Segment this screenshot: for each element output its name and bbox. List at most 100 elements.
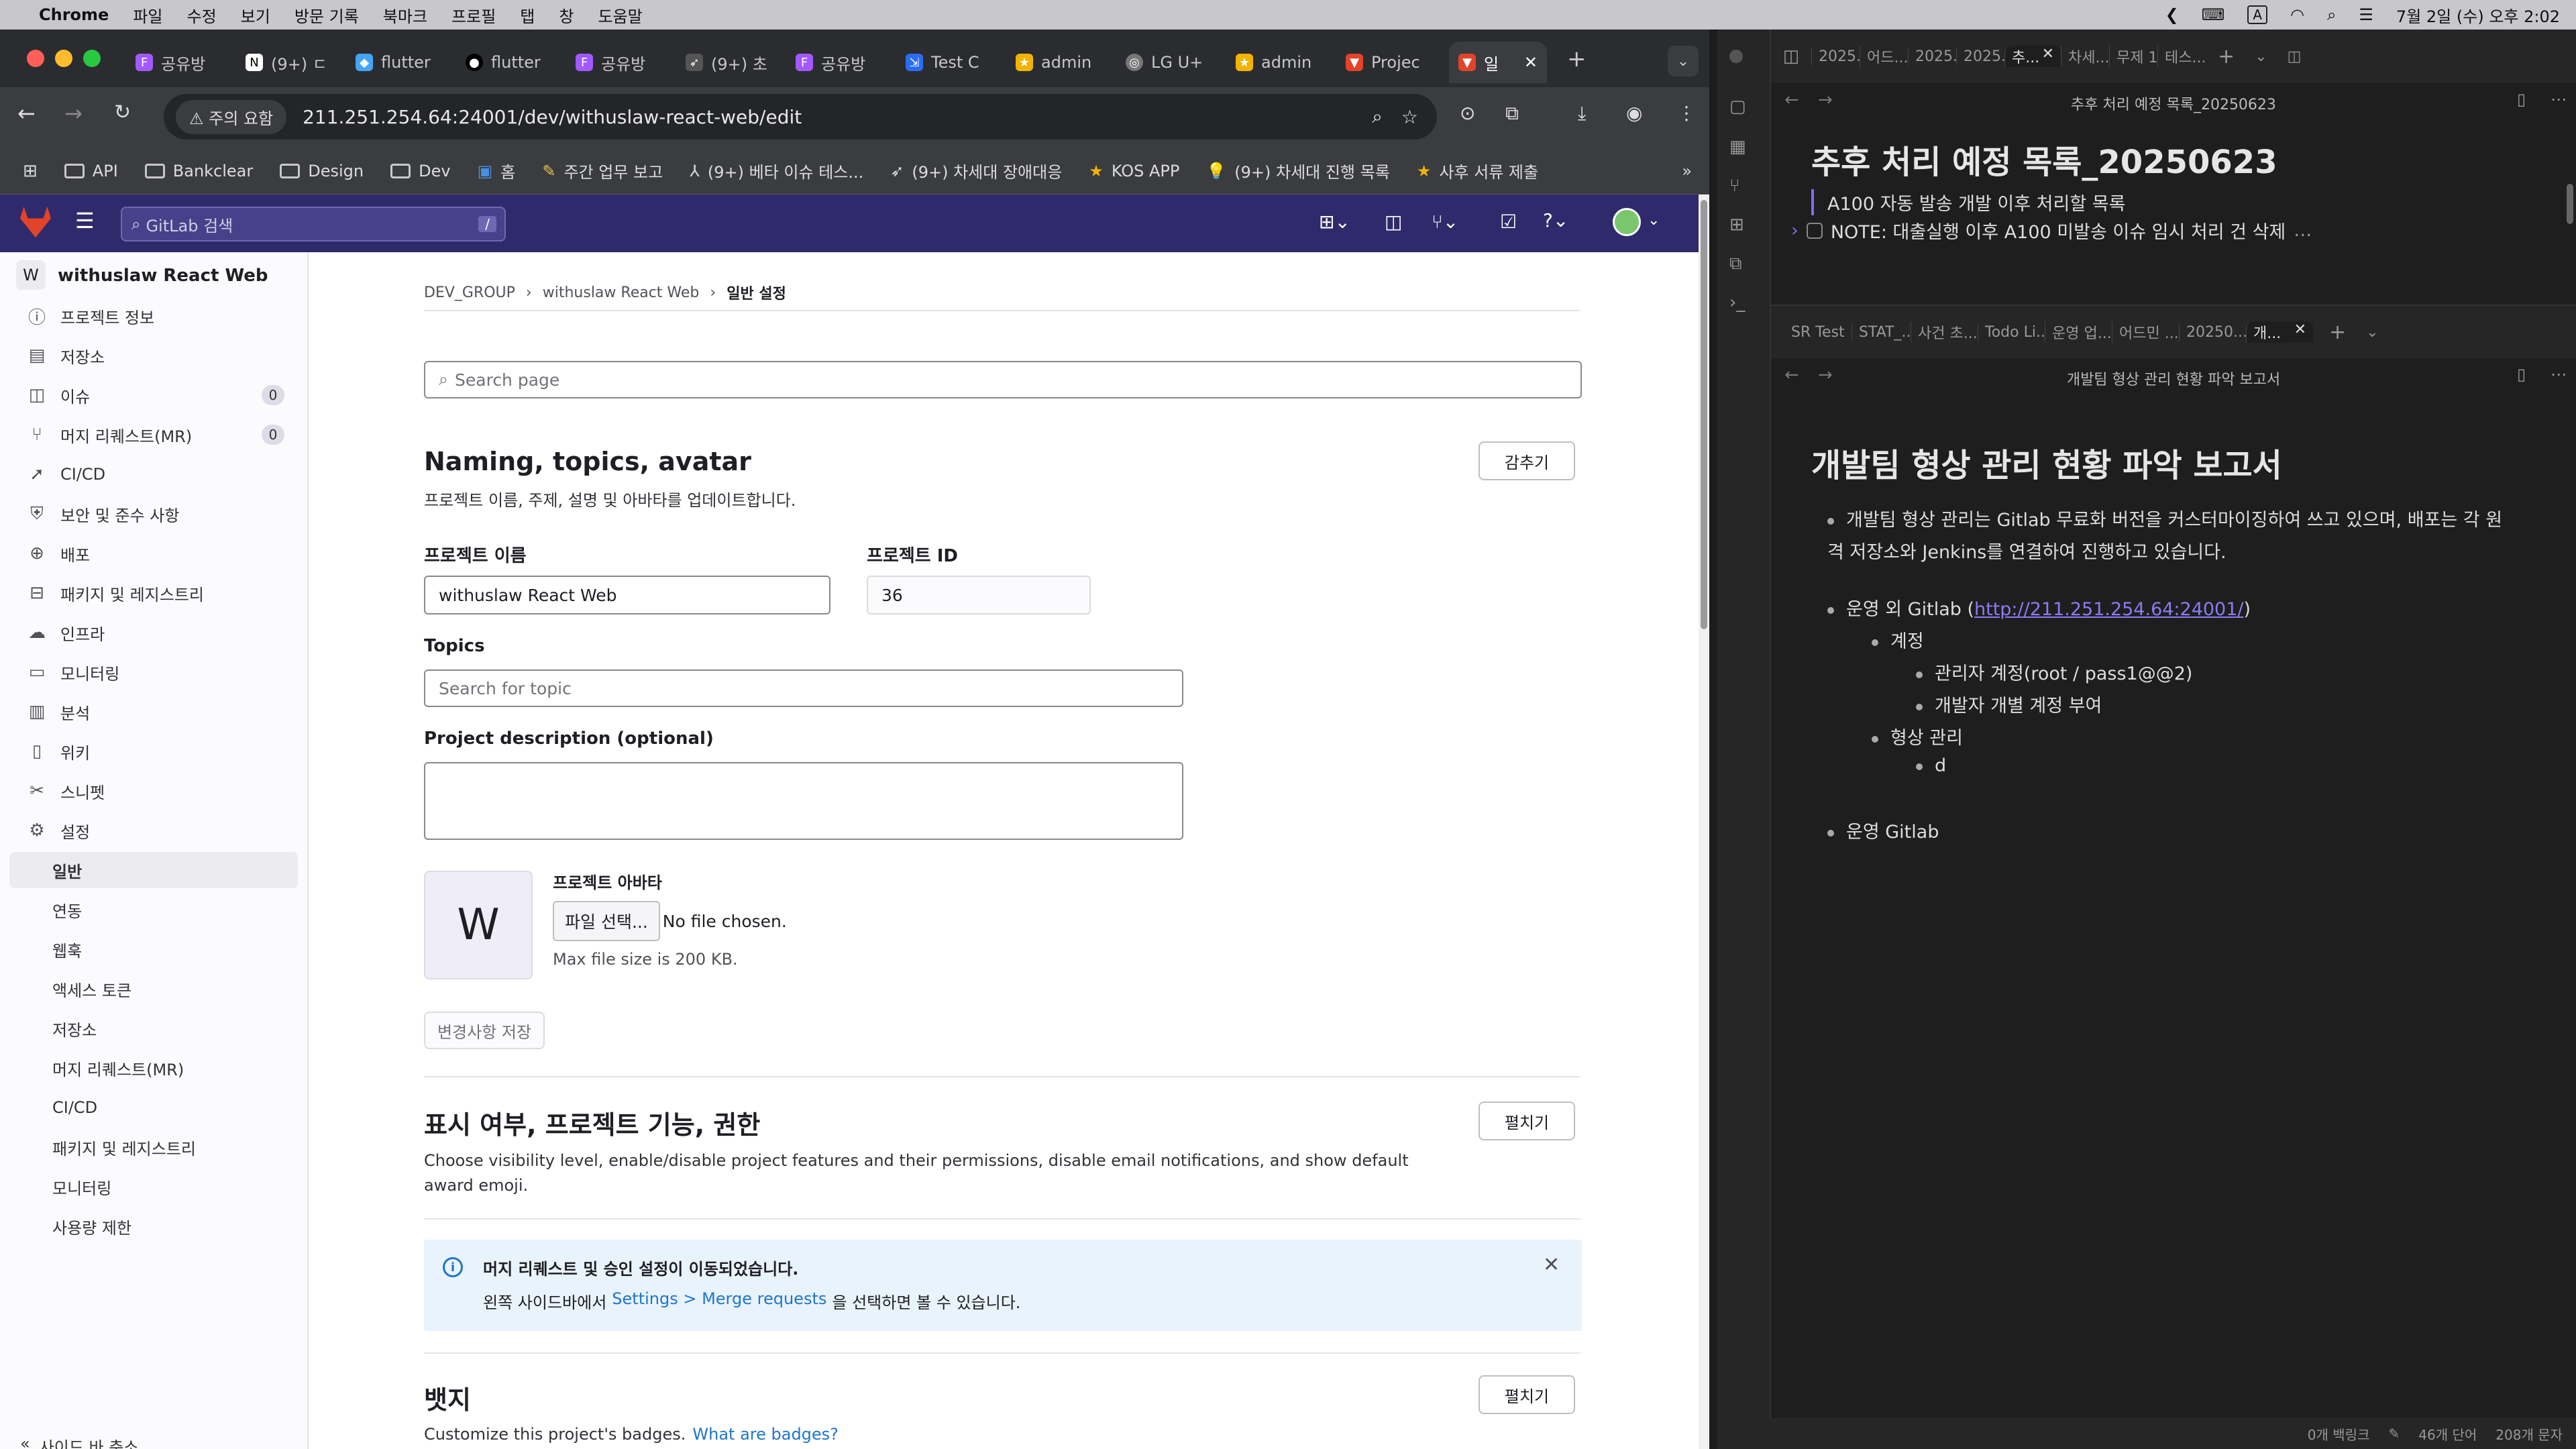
close-tab-icon[interactable]: ✕ [2294,321,2306,343]
keyboard-icon[interactable]: ⌨ [2202,5,2225,24]
nav-wiki[interactable]: ▯ 위키 [9,733,298,769]
bookmark-incident[interactable]: ➶ (9+) 차세대 장애대응 [890,159,1062,182]
nav-settings-merge-requests[interactable]: 머지 리퀘스트(MR) [9,1050,298,1086]
avatar[interactable] [1613,208,1641,236]
top-pane-scrollbar[interactable] [2567,184,2573,224]
gitlab-url-link[interactable]: http://211.251.254.64:24001/ [1974,599,2244,620]
browser-tab[interactable]: ◎ LG U+ [1116,42,1226,83]
menu-bookmarks[interactable]: 북마크 [383,3,427,27]
note-tab[interactable]: 2025... [1908,48,1956,65]
note-tab[interactable]: 운영 업... [2045,321,2112,343]
nav-monitor[interactable]: ▭ 모니터링 [9,654,298,690]
browser-tab[interactable]: ▼ Projec [1336,42,1446,83]
nav-settings-usage-quotas[interactable]: 사용량 제한 [9,1208,298,1244]
breadcrumb-project[interactable]: withuslaw React Web [543,284,700,301]
badges-help-link[interactable]: What are badges? [692,1422,839,1447]
bookmark-api[interactable]: API [64,162,118,180]
scrollbar-thumb[interactable] [1701,200,1707,629]
close-window-button[interactable] [27,50,44,67]
nav-settings-general[interactable]: 일반 [9,852,298,888]
bookmark-star-icon[interactable]: ☆ [1401,106,1418,128]
nav-settings-access-tokens[interactable]: 액세스 토큰 [9,971,298,1007]
menu-profile[interactable]: 프로필 [451,3,496,27]
screenshot-icon[interactable]: ⊙ [1460,102,1475,124]
expand-visibility-button[interactable]: 펼치기 [1479,1102,1575,1140]
issues-icon[interactable]: ◫ [1385,211,1402,233]
menu-history[interactable]: 방문 기록 [294,3,359,27]
bookmark-bankclear[interactable]: Bankclear [144,162,253,180]
nav-repository[interactable]: ▤ 저장소 [9,337,298,374]
search-page-input[interactable]: ⌕ Search page [424,361,1582,398]
apps-grid-icon[interactable]: ⊞ [23,161,38,181]
more-options-icon[interactable]: ⋯ [2551,365,2567,384]
menu-app-name[interactable]: Chrome [39,5,109,24]
create-new-icon[interactable]: ⊞⌄ [1319,211,1350,233]
nav-settings-packages[interactable]: 패키지 및 레지스트리 [9,1129,298,1165]
note-tab[interactable]: STAT_... [1851,323,1911,341]
todo-icon[interactable]: ☑ [1500,211,1517,233]
choose-file-button[interactable]: 파일 선택... [553,901,660,941]
calendar-icon[interactable]: ▦ [1729,137,1746,157]
hamburger-menu-icon[interactable]: ☰ [75,208,95,233]
new-tab-button[interactable]: + [1567,46,1587,72]
browser-tab[interactable]: ➶ (9+) 초 [676,42,786,83]
window-close-button[interactable] [1729,50,1743,63]
merge-request-icon[interactable]: ⑂⌄ [1432,211,1458,233]
zoom-window-button[interactable] [83,50,101,67]
tab-search-button[interactable]: ⌄ [1668,46,1699,76]
sidebar-right-icon[interactable]: ◫ [2288,48,2302,65]
note-tab[interactable]: 차세... [2061,46,2109,67]
nav-analytics[interactable]: ▥ 분석 [9,694,298,730]
bookmark-dev[interactable]: Dev [390,162,451,180]
menu-view[interactable]: 보기 [241,3,270,27]
task-checkbox[interactable] [1806,222,1823,239]
project-avatar[interactable]: W [16,260,46,290]
nav-settings-cicd[interactable]: CI/CD [9,1089,298,1126]
browser-tab[interactable]: F 공유방 [566,42,676,83]
nav-settings[interactable]: ⚙ 설정 [9,812,298,849]
bookmark-home[interactable]: ▣ 홈 [478,159,516,182]
bookmark-documents[interactable]: ★ 사후 서류 제출 [1417,159,1538,182]
close-tab-icon[interactable]: ✕ [1524,53,1538,72]
note-tab[interactable]: 2025... [1956,48,2004,65]
nav-packages[interactable]: ⊟ 패키지 및 레지스트리 [9,575,298,611]
project-description-textarea[interactable] [424,762,1183,840]
dismiss-alert-icon[interactable]: ✕ [1543,1253,1560,1277]
nav-deploy[interactable]: ⊕ 배포 [9,535,298,572]
edit-pencil-icon[interactable]: ✎ [2388,1426,2400,1442]
nav-merge-requests[interactable]: ⑂ 머지 리퀘스트(MR) 0 [9,417,298,453]
nav-settings-integrations[interactable]: 연동 [9,892,298,928]
download-icon[interactable]: ⤓ [1578,102,1586,125]
note-tab[interactable]: 사건 초... [1911,321,1978,343]
menu-window[interactable]: 창 [559,3,574,27]
bookmark-design[interactable]: Design [280,162,364,180]
note-tab[interactable]: 어드민 ... [2112,321,2179,343]
new-tab-icon[interactable]: + [2218,45,2235,68]
browser-tab[interactable]: ★ admin [1006,42,1116,83]
reading-view-icon[interactable]: ▯ [2517,90,2526,109]
chevron-down-icon[interactable]: ⌄ [2366,324,2378,341]
copy-icon[interactable]: ⧉ [1729,254,1742,274]
control-center-icon[interactable]: ☰ [2359,5,2373,24]
note-tab[interactable]: Todo Li... [1978,323,2045,341]
zoom-icon[interactable]: ⌕ [1372,105,1383,128]
bookmark-progress[interactable]: 💡 (9+) 차세대 진행 목록 [1206,159,1389,182]
canvas-icon[interactable]: ⊞ [1729,215,1744,235]
more-options-icon[interactable]: ⋯ [2551,90,2567,109]
browser-tab[interactable]: ● flutter [456,42,566,83]
nav-issues[interactable]: ◫ 이슈 0 [9,377,298,413]
bookmark-beta-issues[interactable]: ⅄ (9+) 베타 이슈 테스... [690,159,863,182]
browser-tab[interactable]: ◆ flutter [346,42,456,83]
wifi-icon[interactable]: ◠ [2290,5,2304,24]
minimize-window-button[interactable] [55,50,72,67]
alert-settings-link[interactable]: Settings > Merge requests [612,1289,826,1313]
spotlight-search-icon[interactable]: ⌕ [2327,5,2336,24]
reload-icon[interactable]: ↻ [114,101,131,124]
save-changes-button[interactable]: 변경사항 저장 [424,1012,545,1049]
bookmark-kos-app[interactable]: ★ KOS APP [1089,162,1179,180]
nav-cicd[interactable]: ➚ CI/CD [9,456,298,492]
files-icon[interactable]: ▢ [1729,97,1746,117]
menu-help[interactable]: 도움말 [598,3,642,27]
note-tab[interactable]: 20250... [2179,323,2246,341]
bookmark-weekly-report[interactable]: ✎ 주간 업무 보고 [542,159,663,182]
